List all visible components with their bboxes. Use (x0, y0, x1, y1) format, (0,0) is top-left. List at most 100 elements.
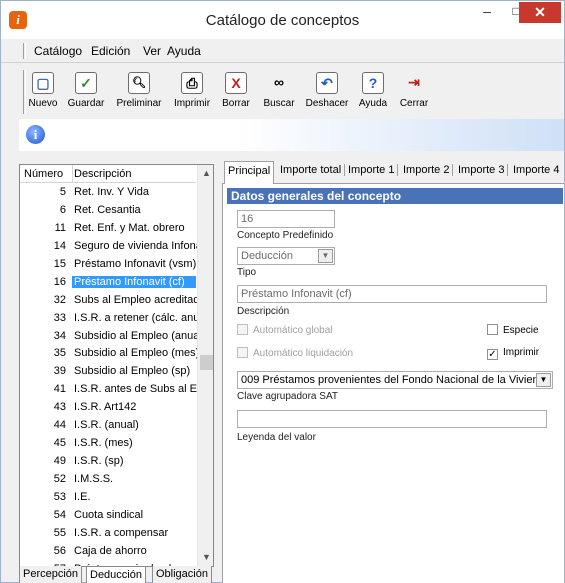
menu-ver[interactable]: Ver (143, 44, 161, 58)
search-button[interactable]: ∞ Buscar (260, 72, 298, 109)
imprimir-checkbox[interactable]: ✓ Imprimir (487, 347, 539, 360)
close-window-button[interactable]: ⇥ Cerrar (395, 72, 433, 109)
leyenda-label: Leyenda del valor (237, 432, 316, 443)
list-item-number: 11 (54, 221, 66, 234)
list-scrollbar[interactable]: ▲ ▼ (197, 165, 213, 566)
list-item[interactable]: 35 Subsidio al Empleo (mes) (20, 345, 197, 363)
list-item[interactable]: 32 Subs al Empleo acreditado (20, 292, 197, 310)
info-bar: i (19, 119, 564, 151)
list-item[interactable]: 6 Ret. Cesantia (20, 202, 197, 220)
scroll-up-arrow-icon[interactable]: ▲ (198, 165, 213, 182)
automatico-global-label: Automático global (253, 325, 333, 336)
list-item[interactable]: 16 Préstamo Infonavit (cf) (20, 274, 197, 292)
help-button-label: Ayuda (358, 98, 388, 109)
concept-type-tabs: Percepción Deducción Obligación (19, 566, 219, 583)
printer-icon: ⎙ (181, 72, 203, 94)
checkmark-icon: ✓ (487, 349, 498, 360)
tab-percepcion[interactable]: Percepción (19, 566, 83, 583)
list-item[interactable]: 41 I.S.R. antes de Subs al Empleo (20, 381, 197, 399)
list-item[interactable]: 49 I.S.R. (sp) (20, 453, 197, 471)
list-item[interactable]: 53 I.E. (20, 489, 197, 507)
list-item[interactable]: 14 Seguro de vivienda Infonavit (20, 238, 197, 256)
list-item[interactable]: 43 I.S.R. Art142 (20, 399, 197, 417)
list-item[interactable]: 45 I.S.R. (mes) (20, 435, 197, 453)
print-button[interactable]: ⎙ Imprimir (171, 72, 213, 109)
tab-importe-4[interactable]: Importe 4 (510, 164, 562, 176)
list-item-description: Préstamo Infonavit (vsm) (74, 257, 197, 270)
menu-catalogo[interactable]: Catálogo (34, 44, 82, 58)
list-item[interactable]: 55 I.S.R. a compensar (20, 525, 197, 543)
list-item-number: 52 (53, 473, 66, 485)
tab-deduccion[interactable]: Deducción (86, 567, 146, 583)
undo-button[interactable]: ↶ Deshacer (304, 72, 350, 109)
especie-checkbox[interactable]: Especie (487, 324, 539, 336)
tab-importe-3[interactable]: Importe 3 (455, 164, 509, 176)
list-item-description: Subs al Empleo acreditado (74, 293, 197, 306)
list-item-number: 35 (53, 347, 66, 360)
list-item-number: 54 (53, 508, 66, 521)
tipo-label: Tipo (237, 267, 257, 278)
scroll-down-arrow-icon[interactable]: ▼ (198, 549, 213, 566)
list-item-description: Subsidio al Empleo (mes) (74, 347, 197, 360)
print-button-label: Imprimir (173, 98, 211, 109)
list-item-number: 16 (53, 275, 66, 288)
tab-importe-1[interactable]: Importe 1 (345, 164, 399, 176)
list-item-number: 45 (53, 437, 66, 450)
automatico-liquidacion-checkbox[interactable]: Automático liquidación (237, 347, 353, 359)
list-item-number: 56 (53, 544, 66, 557)
help-button[interactable]: ? Ayuda (355, 72, 391, 109)
list-item[interactable]: 34 Subsidio al Empleo (anual) (20, 328, 197, 346)
checkbox-box (487, 324, 498, 335)
tab-obligacion[interactable]: Obligación (152, 566, 212, 583)
chevron-down-icon[interactable]: ▼ (318, 249, 333, 263)
clave-agrupadora-select[interactable]: 009 Préstamos provenientes del Fondo Nac… (237, 371, 553, 389)
catalog-window: i Catálogo de conceptos – □ ✕ Catálogo E… (0, 0, 565, 583)
scroll-thumb[interactable] (200, 355, 213, 370)
list-item[interactable]: 39 Subsidio al Empleo (sp) (20, 363, 197, 381)
automatico-liquidacion-label: Automático liquidación (253, 348, 354, 359)
list-item[interactable]: 44 I.S.R. (anual) (20, 417, 197, 435)
menu-ayuda[interactable]: Ayuda (167, 44, 201, 58)
concepto-predefinido-field[interactable]: 16 (237, 210, 335, 228)
list-item-description: Subsidio al Empleo (sp) (74, 365, 191, 378)
new-button[interactable]: ▢ Nuevo (27, 72, 59, 109)
list-item-number: 5 (59, 186, 66, 198)
list-item-description: Ret. Enf. y Mat. obrero (74, 221, 185, 234)
list-item[interactable]: 56 Caja de ahorro (20, 543, 197, 561)
list-item[interactable]: 54 Cuota sindical (20, 507, 197, 525)
list-item-description: Ret. Inv. Y Vida (74, 186, 150, 198)
leyenda-field[interactable] (237, 410, 547, 428)
list-item[interactable]: 33 I.S.R. a retener (cálc. anual) (20, 310, 197, 328)
tipo-select[interactable]: Deducción ▼ (237, 247, 335, 265)
list-item[interactable]: 5 Ret. Inv. Y Vida (20, 184, 197, 202)
delete-button[interactable]: X Borrar (217, 72, 255, 109)
column-header-numero[interactable]: Número (20, 165, 73, 183)
save-button[interactable]: ✓ Guardar (65, 72, 107, 109)
tab-principal[interactable]: Principal (224, 161, 275, 184)
detail-tabs: Principal Importe total Importe 1 Import… (222, 159, 564, 184)
descripcion-field[interactable]: Préstamo Infonavit (cf) (237, 285, 547, 303)
menu-edicion[interactable]: Edición (91, 44, 130, 58)
list-item[interactable]: 11 Ret. Enf. y Mat. obrero (20, 220, 197, 238)
undo-icon: ↶ (316, 72, 338, 94)
list-header: Número Descripción (20, 165, 196, 183)
list-item[interactable]: 52 I.M.S.S. (20, 471, 197, 489)
minimize-button[interactable]: – (473, 1, 501, 23)
list-item[interactable]: 15 Préstamo Infonavit (vsm) (20, 256, 197, 274)
preview-button[interactable]: 🔍︎ Preliminar (114, 72, 164, 109)
checkmark-save-icon: ✓ (75, 72, 97, 94)
preview-button-label: Preliminar (116, 98, 162, 109)
menu-grip[interactable] (23, 43, 26, 59)
toolbar-grip[interactable] (23, 70, 26, 114)
exit-door-icon: ⇥ (408, 74, 420, 90)
column-header-descripcion[interactable]: Descripción (74, 168, 131, 180)
info-icon[interactable]: i (26, 125, 45, 144)
undo-button-label: Deshacer (305, 98, 349, 109)
close-button[interactable]: ✕ (519, 2, 561, 23)
tab-importe-total[interactable]: Importe total (277, 164, 346, 176)
tab-importe-2[interactable]: Importe 2 (400, 164, 454, 176)
list-item-number: 34 (53, 329, 66, 342)
automatico-global-checkbox[interactable]: Automático global (237, 324, 333, 336)
chevron-down-icon[interactable]: ▼ (536, 373, 551, 387)
delete-x-icon: X (225, 72, 247, 94)
